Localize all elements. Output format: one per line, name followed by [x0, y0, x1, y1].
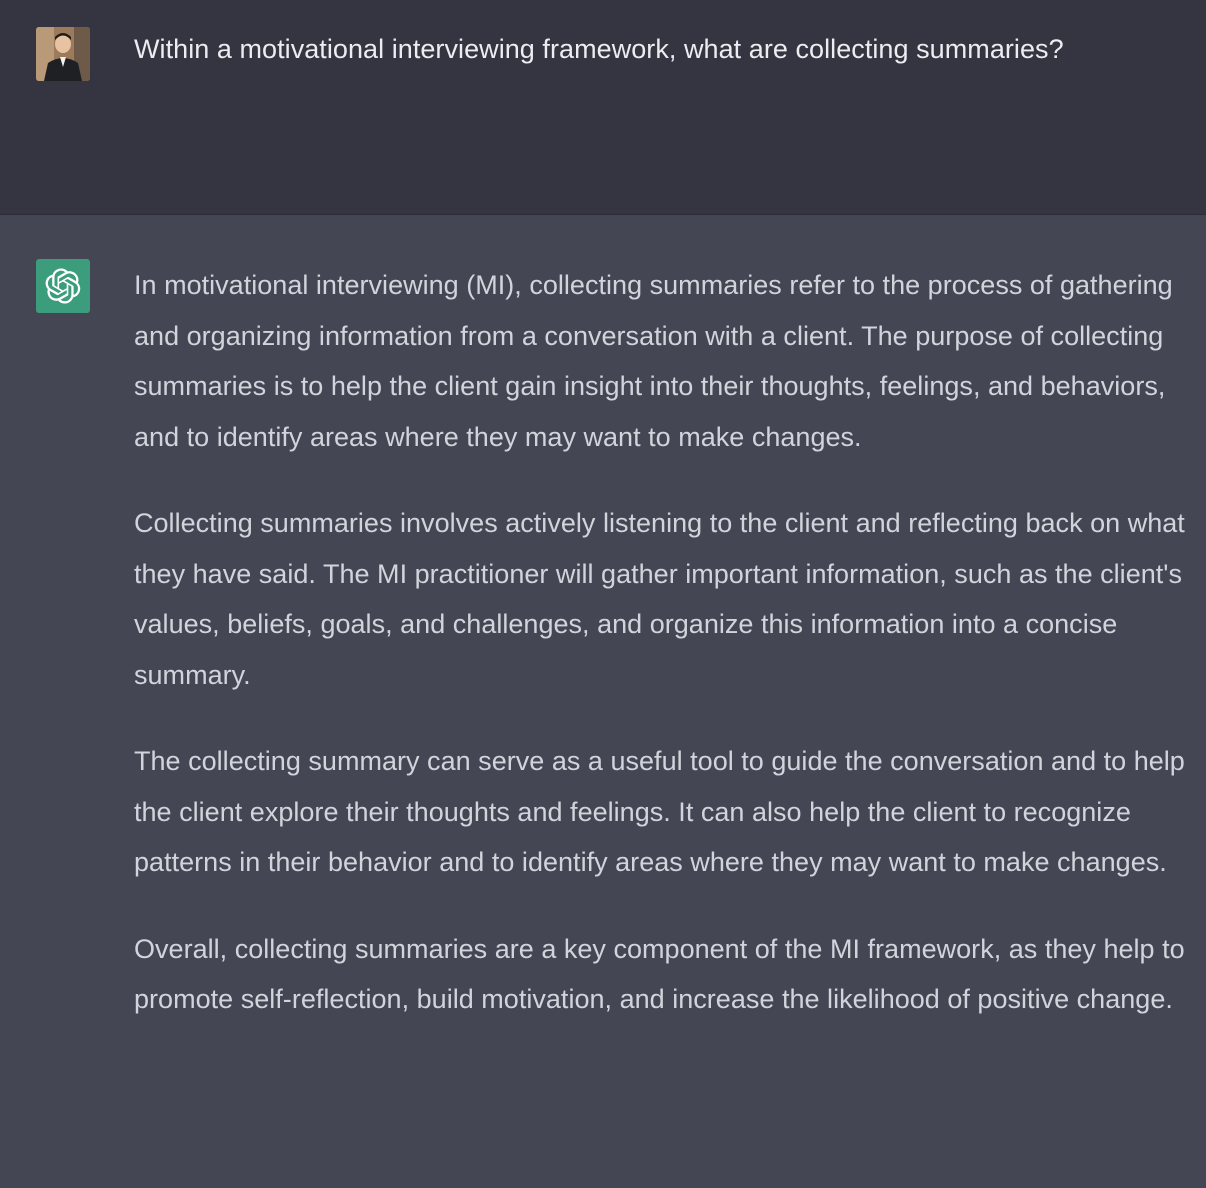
user-photo-icon [36, 27, 90, 81]
assistant-avatar [36, 259, 90, 313]
user-avatar [36, 27, 90, 81]
answer-paragraph-1: In motivational interviewing (MI), colle… [134, 270, 1173, 452]
user-message-row: Within a motivational interviewing frame… [0, 0, 1206, 215]
openai-logo-icon [45, 268, 81, 304]
assistant-message-row: In motivational interviewing (MI), colle… [0, 215, 1206, 1188]
answer-paragraph-4: Overall, collecting summaries are a key … [134, 933, 1185, 1015]
answer-paragraph-3: The collecting summary can serve as a us… [134, 746, 1185, 877]
assistant-message-text: In motivational interviewing (MI), colle… [134, 260, 1192, 1025]
user-message-text: Within a motivational interviewing frame… [134, 34, 1064, 64]
answer-paragraph-2: Collecting summaries involves actively l… [134, 508, 1185, 690]
